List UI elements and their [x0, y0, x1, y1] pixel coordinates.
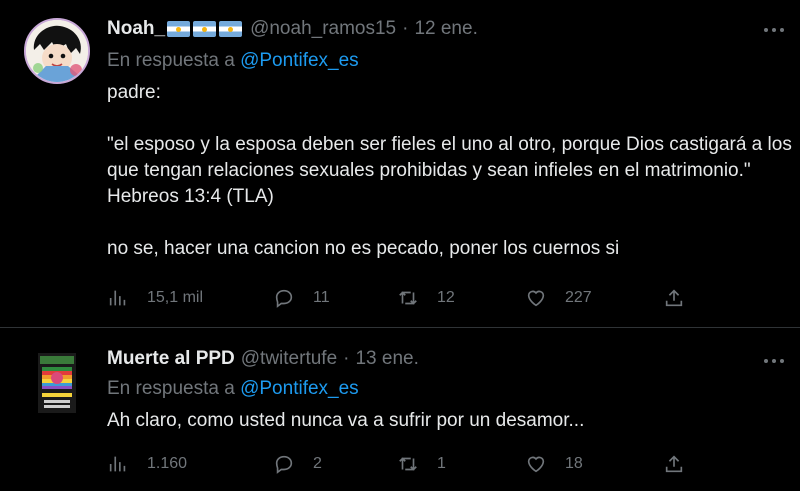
- tweet[interactable]: Muerte al PPD @twitertufe · 13 ene. En r…: [0, 328, 800, 491]
- avatar[interactable]: [24, 18, 90, 84]
- retweet-icon: [399, 291, 417, 305]
- like-count: 227: [565, 289, 592, 306]
- retweet-count: 12: [437, 289, 455, 306]
- reply-button[interactable]: 11: [273, 286, 330, 310]
- reply-context: En respuesta a @Pontifex_es: [107, 50, 359, 72]
- avatar[interactable]: [38, 353, 76, 413]
- retweet-button[interactable]: 12: [397, 286, 455, 310]
- separator-dot: ·: [343, 348, 350, 369]
- reply-mention-link[interactable]: @Pontifex_es: [240, 50, 359, 71]
- reply-icon: [275, 289, 293, 308]
- tweet-line: no se, hacer una cancion no es pecado, p…: [107, 238, 620, 259]
- tweet-line: padre:: [107, 82, 161, 103]
- views-count: 15,1 mil: [147, 289, 204, 306]
- display-name[interactable]: Noah_: [107, 18, 165, 40]
- argentina-flag-icon: [193, 21, 217, 37]
- analytics-icon: [109, 290, 126, 306]
- views-count: 1.160: [147, 455, 188, 472]
- tweet-line: "el esposo y la esposa deben ser fieles …: [107, 134, 792, 207]
- reply-prefix: En respuesta a: [107, 50, 235, 71]
- reply-count: 2: [313, 455, 322, 472]
- more-options-icon[interactable]: [764, 28, 784, 32]
- share-icon: [665, 289, 683, 307]
- reply-prefix: En respuesta a: [107, 378, 235, 399]
- like-button[interactable]: 18: [525, 452, 583, 476]
- user-handle[interactable]: @twitertufe: [241, 348, 337, 370]
- tweet-header: Noah_ @noah_ramos15 · 12 ene.: [107, 18, 478, 40]
- share-button[interactable]: [663, 286, 685, 310]
- argentina-flag-icon: [167, 21, 191, 37]
- views-button[interactable]: 15,1 mil: [107, 286, 203, 310]
- like-count: 18: [565, 455, 583, 472]
- retweet-count: 1: [437, 455, 446, 472]
- views-button[interactable]: 1.160: [107, 452, 187, 476]
- heart-icon: [527, 456, 545, 473]
- share-button[interactable]: [663, 452, 685, 476]
- separator-dot: ·: [402, 18, 409, 39]
- flag-emojis: [167, 21, 243, 37]
- retweet-button[interactable]: 1: [397, 452, 446, 476]
- tweet-actions: 15,1 mil 11 12 227: [107, 286, 687, 310]
- tweet-date[interactable]: 13 ene.: [355, 348, 418, 370]
- tweet-actions: 1.160 2 1 18: [107, 452, 687, 476]
- reply-context: En respuesta a @Pontifex_es: [107, 378, 359, 400]
- tweet[interactable]: Noah_ @noah_ramos15 · 12 ene. En respues…: [0, 0, 800, 327]
- avatar-anime-image: [26, 20, 88, 82]
- reply-icon: [275, 455, 293, 474]
- heart-icon: [527, 290, 545, 307]
- more-options-icon[interactable]: [764, 359, 784, 363]
- reply-count: 11: [313, 289, 330, 306]
- analytics-icon: [109, 456, 126, 472]
- tweet-line: Ah claro, como usted nunca va a sufrir p…: [107, 410, 585, 431]
- display-name[interactable]: Muerte al PPD: [107, 348, 235, 370]
- tweet-text: padre: "el esposo y la esposa deben ser …: [107, 80, 797, 262]
- tweet-header: Muerte al PPD @twitertufe · 13 ene.: [107, 348, 419, 370]
- tweet-text: Ah claro, como usted nunca va a sufrir p…: [107, 408, 797, 434]
- reply-button[interactable]: 2: [273, 452, 322, 476]
- argentina-flag-icon: [219, 21, 243, 37]
- user-handle[interactable]: @noah_ramos15: [250, 18, 396, 40]
- tweet-date[interactable]: 12 ene.: [414, 18, 477, 40]
- reply-mention-link[interactable]: @Pontifex_es: [240, 378, 359, 399]
- retweet-icon: [399, 457, 417, 471]
- avatar-goodbye-ricochet-image: [38, 353, 76, 413]
- share-icon: [665, 455, 683, 473]
- like-button[interactable]: 227: [525, 286, 592, 310]
